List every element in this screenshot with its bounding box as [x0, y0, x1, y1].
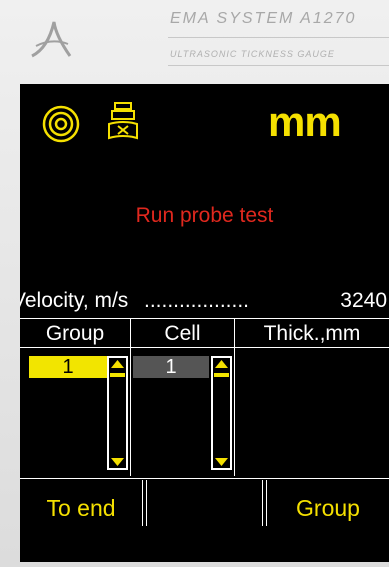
brand-title: EMA SYSTEM A1270: [170, 10, 357, 27]
softkey-group[interactable]: Group: [267, 488, 389, 528]
column-divider: [130, 348, 131, 476]
softkey-divider: [142, 480, 143, 526]
status-message: Run probe test: [135, 204, 274, 227]
velocity-leader-dots: ..................: [144, 289, 250, 312]
units-label: mm: [268, 98, 342, 145]
target-icon: [42, 105, 80, 143]
device-panel: EMA SYSTEM A1270 ULTRASONIC TICKNESS GAU…: [0, 0, 389, 567]
column-header-group: Group: [45, 322, 105, 345]
scroll-up-icon[interactable]: [110, 359, 125, 369]
group-value[interactable]: 1: [29, 356, 107, 378]
column-header-cell: Cell: [164, 322, 201, 345]
scroll-up-icon[interactable]: [214, 359, 229, 369]
velocity-value: 3240: [340, 289, 387, 312]
scroll-thumb[interactable]: [110, 373, 125, 377]
probe-test-icon: [108, 102, 138, 140]
brand-logo-icon: [31, 21, 72, 58]
lcd-screen: mm Run probe test Velocity, m/s ........…: [20, 84, 389, 562]
softkey-to-end[interactable]: To end: [20, 488, 142, 528]
group-scrollbar[interactable]: [107, 356, 128, 470]
scroll-down-icon[interactable]: [214, 457, 229, 467]
cell-scrollbar[interactable]: [211, 356, 232, 470]
softkey-blank[interactable]: [147, 488, 262, 528]
scroll-thumb[interactable]: [214, 373, 229, 377]
bezel-divider: [168, 65, 389, 66]
scroll-down-icon[interactable]: [110, 457, 125, 467]
softkey-bar-border: [20, 478, 389, 479]
velocity-label: Velocity, m/s: [20, 289, 129, 312]
softkey-divider: [262, 480, 263, 526]
column-header-thickness: Thick.,mm: [263, 322, 361, 345]
table-top-border: [20, 318, 389, 319]
bezel-divider: [168, 37, 389, 38]
cell-value[interactable]: 1: [133, 356, 209, 378]
velocity-row[interactable]: Velocity, m/s .................. 3240: [20, 289, 387, 317]
brand-subtitle: ULTRASONIC TICKNESS GAUGE: [170, 49, 335, 59]
column-divider: [234, 348, 235, 476]
